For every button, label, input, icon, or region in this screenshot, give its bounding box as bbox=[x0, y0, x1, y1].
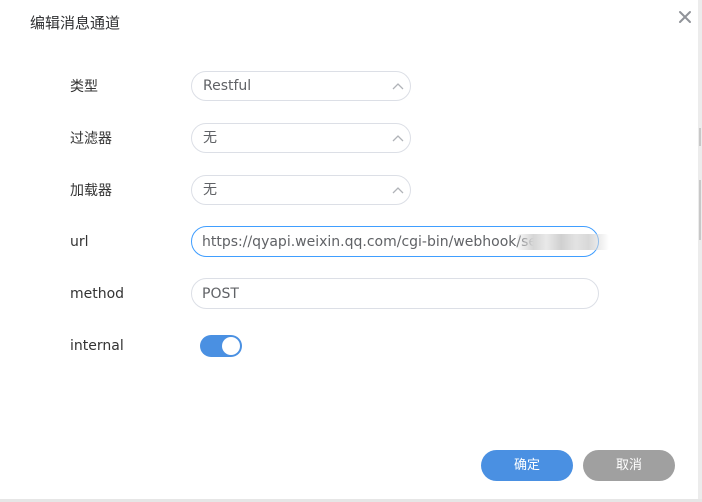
close-icon bbox=[679, 11, 691, 23]
loader-select-value: 无 bbox=[203, 182, 217, 198]
dialog-edge bbox=[698, 0, 702, 502]
type-select[interactable]: Restful bbox=[191, 71, 411, 101]
filter-select[interactable]: 无 bbox=[191, 123, 411, 153]
loader-label: 加载器 bbox=[70, 183, 112, 199]
url-input-value: https://qyapi.weixin.qq.com/cgi-bin/webh… bbox=[202, 234, 563, 250]
url-label: url bbox=[70, 234, 89, 250]
chevron-up-icon bbox=[392, 83, 404, 90]
chevron-up-icon bbox=[392, 135, 404, 142]
type-select-value: Restful bbox=[203, 78, 252, 94]
toggle-knob bbox=[222, 337, 240, 355]
dialog-title: 编辑消息通道 bbox=[30, 14, 121, 32]
internal-label: internal bbox=[70, 338, 124, 354]
confirm-button[interactable]: 确定 bbox=[481, 450, 573, 481]
edge-tick bbox=[699, 128, 701, 146]
close-button[interactable] bbox=[676, 8, 694, 26]
method-input[interactable]: POST bbox=[191, 278, 599, 309]
filter-select-value: 无 bbox=[203, 130, 217, 146]
redacted-url-key bbox=[517, 234, 609, 250]
loader-select[interactable]: 无 bbox=[191, 175, 411, 205]
cancel-button[interactable]: 取消 bbox=[583, 450, 675, 481]
edge-tick bbox=[699, 180, 701, 240]
method-input-value: POST bbox=[202, 286, 239, 302]
type-label: 类型 bbox=[70, 79, 98, 95]
chevron-up-icon bbox=[392, 187, 404, 194]
edit-message-channel-dialog: 编辑消息通道 类型 Restful 过滤器 无 加载器 无 url https:… bbox=[0, 0, 702, 502]
internal-toggle[interactable] bbox=[200, 335, 242, 357]
filter-label: 过滤器 bbox=[70, 131, 112, 147]
method-label: method bbox=[70, 286, 125, 302]
